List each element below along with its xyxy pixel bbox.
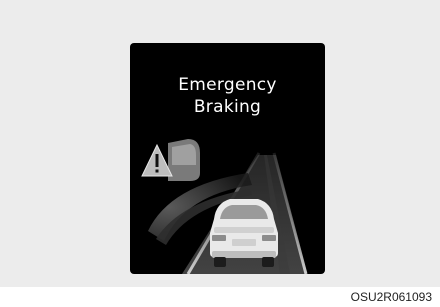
figure-caption: OSU2R061093	[350, 290, 432, 304]
message-line-1: Emergency	[178, 75, 277, 95]
ego-vehicle-rear-icon	[210, 199, 278, 267]
emergency-braking-message: Emergency Braking	[130, 74, 325, 118]
cluster-display: Emergency Braking	[130, 43, 325, 274]
warning-triangle-icon	[141, 143, 173, 177]
message-line-2: Braking	[193, 97, 262, 117]
cut-in-vehicle-icon	[168, 139, 200, 181]
